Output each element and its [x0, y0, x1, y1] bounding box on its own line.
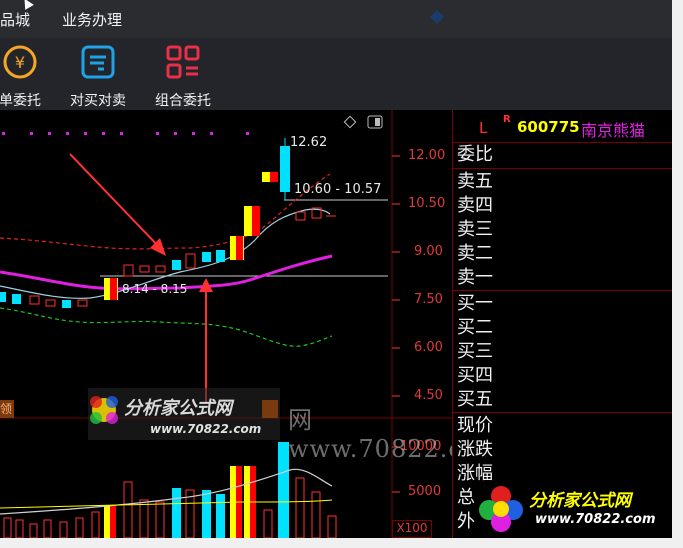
panel-toggle-inner — [375, 118, 380, 126]
stat-row: 现价 — [453, 414, 673, 439]
sell-label: 卖五 — [457, 171, 493, 192]
window-frame-right — [672, 0, 683, 548]
weibi-row: 委比 — [453, 143, 673, 168]
sell-label: 卖四 — [457, 195, 493, 216]
buy-row[interactable]: 买五 — [453, 388, 673, 413]
stock-badge-r: R — [503, 114, 511, 125]
pair-trade-button[interactable]: 对买对卖 — [58, 44, 138, 109]
quote-separator — [453, 412, 673, 413]
kline-chart[interactable]: 12.62 10.60 - 10.57 8.14 - 8.15 12.00 10… — [0, 110, 501, 538]
volume-tick-label: 5000 — [408, 484, 442, 499]
stock-code: 600775 — [517, 118, 580, 136]
stat-row: 涨跌 — [453, 438, 673, 463]
sell-row[interactable]: 卖五 — [453, 170, 673, 195]
buy-label: 买五 — [457, 389, 493, 410]
stock-name: 南京熊猫 — [581, 121, 646, 140]
stat-label: 现价 — [457, 415, 493, 436]
combo-order-label: 组合委托 — [155, 93, 211, 109]
sell-label: 卖三 — [457, 219, 493, 240]
pair-trade-label: 对买对卖 — [70, 93, 126, 109]
quote-panel: L R 600775 南京熊猫 委比 卖五 卖四 卖三 卖二 卖一 买一 买二 … — [452, 110, 673, 538]
toolbar: ¥ 单委托 对买对卖 组合委托 — [0, 38, 672, 110]
left-edge-label: 领 — [0, 402, 13, 416]
grid-combo-icon — [166, 45, 200, 79]
buy-label: 买一 — [457, 293, 493, 314]
flower-logo-icon — [479, 486, 523, 532]
single-order-button[interactable]: ¥ 单委托 — [0, 44, 60, 109]
lower-band-line — [0, 307, 333, 347]
lower-range-label: 8.14 - 8.15 — [122, 282, 188, 296]
weibi-label: 委比 — [457, 144, 493, 165]
stat-label: 总 — [457, 487, 475, 508]
buy-row[interactable]: 买四 — [453, 364, 673, 389]
mid-badge — [262, 400, 278, 418]
price-tick-label: 9.00 — [414, 244, 443, 259]
window-frame-bottom — [0, 538, 683, 548]
yen-coin-icon: ¥ — [3, 45, 37, 79]
watermark-logo-text: 分析家公式网 — [124, 398, 232, 419]
sell-row[interactable]: 卖三 — [453, 218, 673, 243]
menu-item-business[interactable]: 业务办理 — [62, 9, 122, 30]
corner-logo-text: 分析家公式网 — [529, 491, 631, 511]
signal-dots — [2, 132, 249, 135]
stat-label: 外 — [457, 511, 475, 532]
stat-label: 涨跌 — [457, 439, 493, 460]
quote-separator — [453, 290, 673, 291]
sell-row[interactable]: 卖二 — [453, 242, 673, 267]
diamond-icon — [429, 9, 445, 25]
buy-row[interactable]: 买一 — [453, 292, 673, 317]
svg-text:¥: ¥ — [15, 53, 25, 72]
price-tick-label: 7.50 — [414, 292, 443, 307]
sell-row[interactable]: 卖一 — [453, 266, 673, 291]
single-order-label: 单委托 — [0, 93, 41, 109]
annotation-arrow-1 — [69, 153, 163, 251]
buy-label: 买二 — [457, 317, 493, 338]
price-tick-label: 10.50 — [408, 196, 446, 211]
sell-row[interactable]: 卖四 — [453, 194, 673, 219]
buy-row[interactable]: 买二 — [453, 316, 673, 341]
buy-row[interactable]: 买三 — [453, 340, 673, 365]
upper-range-label: 10.60 - 10.57 — [294, 182, 382, 197]
price-tick-label: 6.00 — [414, 340, 443, 355]
high-price-label: 12.62 — [290, 135, 328, 150]
kline-svg — [0, 110, 452, 538]
volume-unit-label: X100 — [392, 520, 432, 538]
sell-label: 卖一 — [457, 267, 493, 288]
buy-label: 买三 — [457, 341, 493, 362]
volume-bars — [3, 442, 337, 538]
corner-watermark: 分析家公式网 www.70822.com — [475, 480, 671, 536]
price-tick-label: 12.00 — [408, 148, 446, 163]
quote-separator — [453, 168, 673, 169]
combo-order-button[interactable]: 组合委托 — [143, 44, 223, 109]
buy-label: 买四 — [457, 365, 493, 386]
sell-label: 卖二 — [457, 243, 493, 264]
stock-badge-l: L — [479, 119, 488, 137]
menu-item-mall[interactable]: 品城 — [0, 9, 30, 30]
corner-logo-url: www.70822.com — [535, 512, 656, 527]
menu-bar: 品城 业务办理 — [0, 0, 672, 39]
swap-arrows-icon — [81, 45, 115, 79]
diamond-toggle-icon[interactable] — [343, 115, 357, 129]
watermark-logo-url: www.70822.com — [150, 422, 262, 436]
